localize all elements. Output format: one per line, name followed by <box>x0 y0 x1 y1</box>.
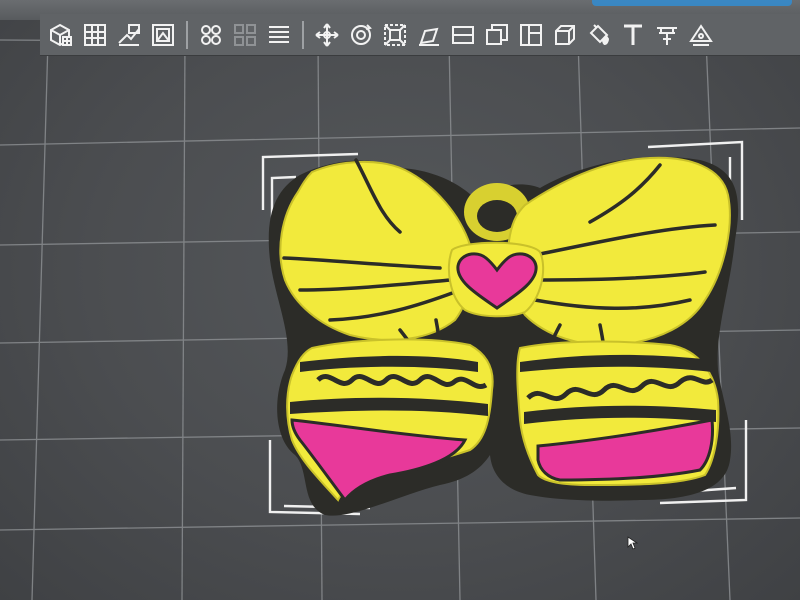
mouse-cursor-icon <box>627 536 639 550</box>
import-model-icon[interactable] <box>112 18 146 52</box>
rotate-icon[interactable] <box>344 18 378 52</box>
top-toolbar <box>40 14 800 56</box>
toolbar-separator <box>186 20 188 49</box>
cut-icon[interactable] <box>446 18 480 52</box>
layers-icon[interactable] <box>262 18 296 52</box>
scale-icon[interactable] <box>378 18 412 52</box>
grid-icon[interactable] <box>78 18 112 52</box>
text-icon[interactable] <box>616 18 650 52</box>
paint-icon[interactable] <box>582 18 616 52</box>
four-squares-icon[interactable] <box>228 18 262 52</box>
move-icon[interactable] <box>310 18 344 52</box>
place-face-icon[interactable] <box>412 18 446 52</box>
add-object-icon[interactable] <box>44 18 78 52</box>
toolbar-separator <box>302 20 304 49</box>
four-circles-icon[interactable] <box>194 18 228 52</box>
viewport-model-area[interactable] <box>0 0 800 600</box>
support-icon[interactable] <box>650 18 684 52</box>
image-import-icon[interactable] <box>146 18 180 52</box>
arrange-icon[interactable] <box>480 18 514 52</box>
seam-icon[interactable] <box>684 18 718 52</box>
solid-box-icon[interactable] <box>548 18 582 52</box>
slicer-window <box>0 0 800 600</box>
mirror-icon[interactable] <box>514 18 548 52</box>
